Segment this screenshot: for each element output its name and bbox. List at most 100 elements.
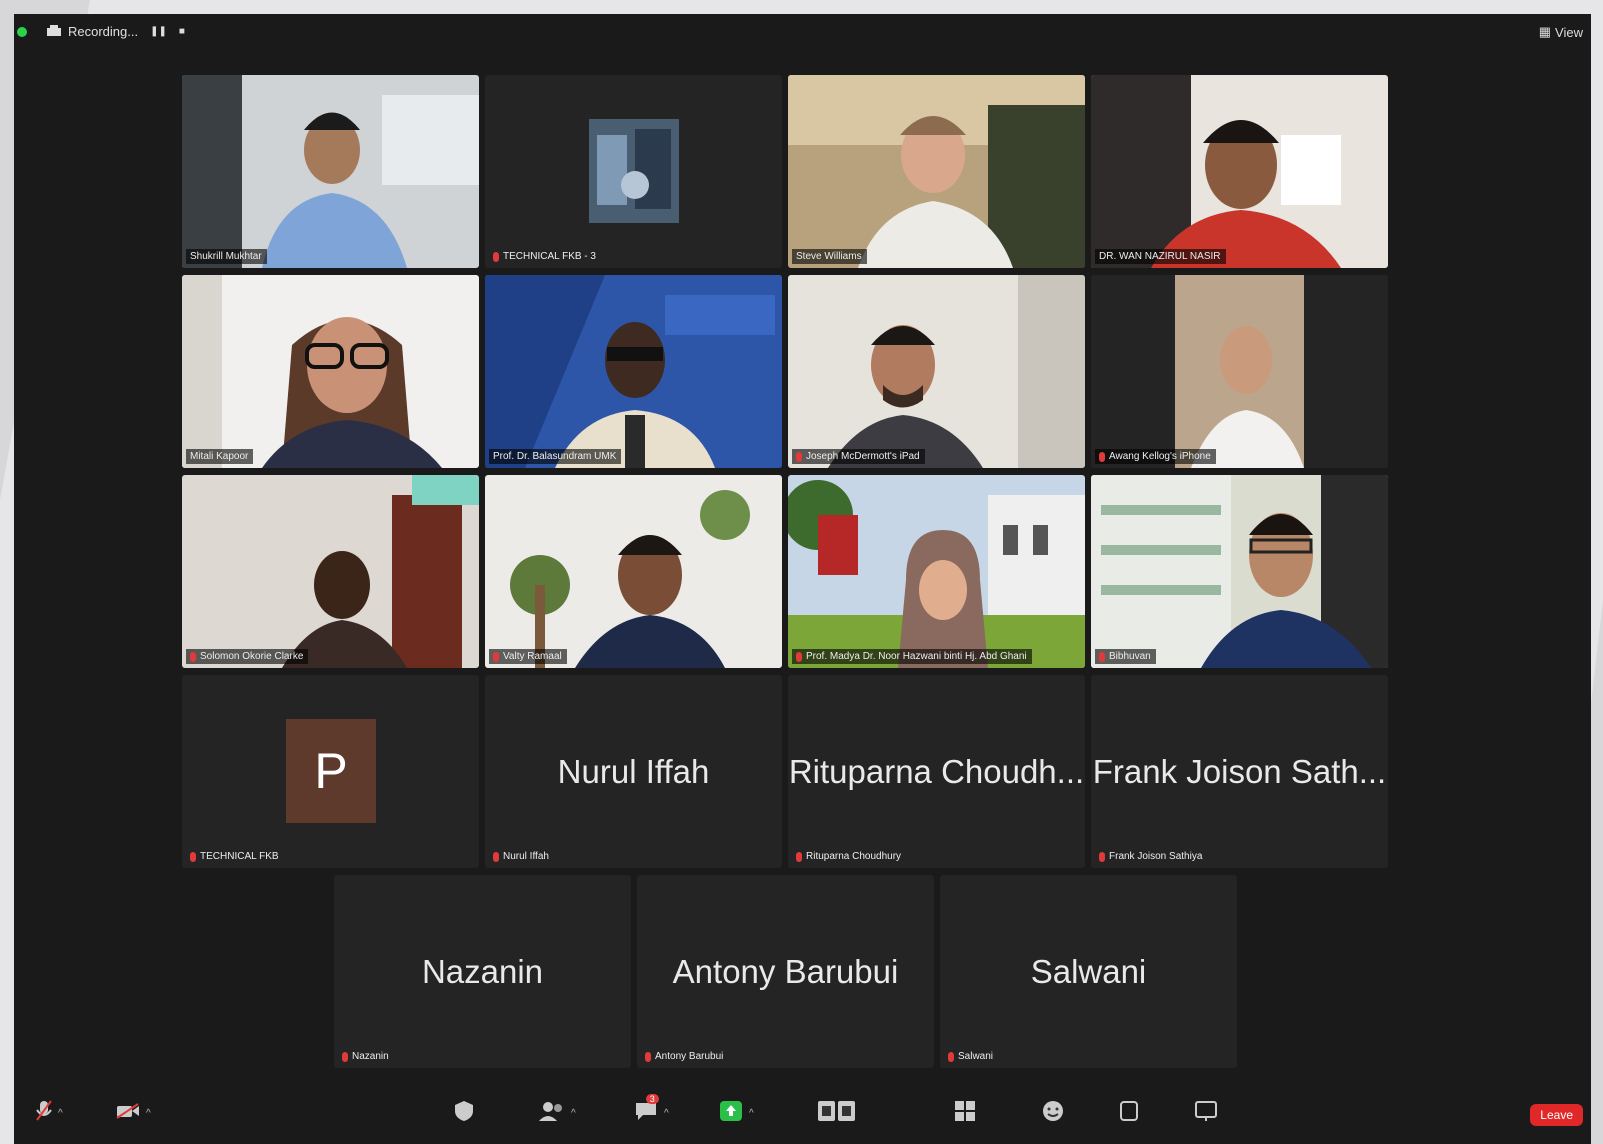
participant-name: Shukrill Mukhtar (190, 251, 262, 262)
meeting-window: Recording... ❚❚ ■ ▦ View Shukrill Mukhta… (14, 14, 1591, 1144)
participant-name-label: TECHNICAL FKB (186, 849, 284, 864)
unmute-button[interactable]: ^ (36, 1098, 63, 1128)
top-bar: Recording... ❚❚ ■ ▦ View (14, 14, 1591, 54)
participant-name: TECHNICAL FKB (200, 851, 279, 862)
participant-tile[interactable]: Shukrill Mukhtar (182, 75, 479, 268)
participant-tile[interactable]: Nurul Iffah Nurul Iffah (485, 675, 782, 868)
participant-display-name: Salwani (1030, 952, 1147, 990)
share-caret-icon[interactable]: ^ (749, 1108, 754, 1119)
participant-name: Solomon Okorie Clarke (200, 651, 304, 662)
participant-name: Prof. Dr. Balasundram UMK (493, 451, 617, 462)
whiteboards-button[interactable] (1194, 1098, 1218, 1128)
muted-mic-icon (796, 651, 802, 662)
participant-name-label: Nurul Iffah (489, 849, 554, 864)
chat-caret-icon[interactable]: ^ (664, 1108, 669, 1119)
participant-tile[interactable]: TECHNICAL FKB - 3 (485, 75, 782, 268)
reactions-button[interactable] (1042, 1098, 1064, 1128)
participant-tile[interactable]: Antony Barubui Antony Barubui (637, 875, 934, 1068)
participant-video (1091, 475, 1388, 668)
participant-display-name: Antony Barubui (672, 952, 899, 990)
participants-icon (539, 1101, 565, 1126)
start-video-button[interactable]: ^ (116, 1098, 151, 1128)
security-button[interactable] (454, 1098, 474, 1128)
participant-name-label: Prof. Dr. Balasundram UMK (489, 449, 622, 464)
participant-tile-active-speaker[interactable]: Prof. Dr. Balasundram UMK (485, 275, 782, 468)
participant-tile[interactable]: Rituparna Choudh... Rituparna Choudhury (788, 675, 1085, 868)
participant-tile[interactable]: DR. WAN NAZIRUL NASIR (1091, 75, 1388, 268)
participant-name-label: Steve Williams (792, 249, 867, 264)
participant-name: Antony Barubui (655, 1051, 724, 1062)
view-button[interactable]: ▦ View (1539, 24, 1583, 40)
participants-button[interactable]: ^ (539, 1098, 576, 1128)
participant-video (485, 475, 782, 668)
participant-name: Frank Joison Sathiya (1109, 851, 1203, 862)
participant-profile-picture (485, 75, 782, 268)
participant-video (1091, 75, 1388, 268)
participant-name-label: Salwani (944, 1049, 998, 1064)
muted-microphone-icon (36, 1099, 52, 1127)
muted-mic-icon (493, 851, 499, 862)
recording-label: Recording... (68, 24, 139, 39)
participant-name-label: Solomon Okorie Clarke (186, 649, 309, 664)
participant-name-label: Frank Joison Sathiya (1095, 849, 1207, 864)
audio-options-caret-icon[interactable]: ^ (58, 1108, 63, 1119)
leave-button[interactable]: Leave (1530, 1104, 1583, 1126)
muted-mic-icon (493, 251, 499, 262)
encryption-status-icon[interactable] (17, 27, 27, 37)
muted-mic-icon (342, 1051, 348, 1062)
participant-tile[interactable]: Awang Kellog's iPhone (1091, 275, 1388, 468)
participant-name: Valty Ramaal (503, 651, 562, 662)
participant-name: Steve Williams (796, 251, 862, 262)
share-screen-icon (719, 1100, 743, 1127)
participant-name: Bibhuvan (1109, 651, 1151, 662)
pause-recording-icon[interactable]: ❚❚ (150, 26, 167, 37)
participant-name: DR. WAN NAZIRUL NASIR (1099, 251, 1221, 262)
participant-name: Mitali Kapoor (190, 451, 249, 462)
participant-name-label: Bibhuvan (1095, 649, 1156, 664)
participants-caret-icon[interactable]: ^ (571, 1108, 576, 1119)
video-options-caret-icon[interactable]: ^ (146, 1108, 151, 1119)
participant-tile[interactable]: Prof. Madya Dr. Noor Hazwani binti Hj. A… (788, 475, 1085, 668)
chat-button[interactable]: 3 ^ (634, 1094, 669, 1128)
muted-mic-icon (1099, 451, 1105, 462)
video-off-icon (116, 1102, 140, 1124)
reactions-icon (1042, 1100, 1064, 1127)
polls-icon (817, 1100, 857, 1127)
participant-name-label: Shukrill Mukhtar (186, 249, 267, 264)
participant-name: Rituparna Choudhury (806, 851, 902, 862)
share-screen-button[interactable]: ^ (719, 1098, 754, 1128)
muted-mic-icon (190, 851, 196, 862)
participant-tile[interactable]: Joseph McDermott's iPad (788, 275, 1085, 468)
chat-icon (634, 1101, 658, 1126)
participant-name-label: TECHNICAL FKB - 3 (489, 249, 601, 264)
muted-mic-icon (796, 851, 802, 862)
muted-mic-icon (645, 1051, 651, 1062)
participant-name: Nurul Iffah (503, 851, 549, 862)
participant-name: TECHNICAL FKB - 3 (503, 251, 596, 262)
view-label: View (1555, 24, 1583, 40)
participant-tile[interactable]: P TECHNICAL FKB (182, 675, 479, 868)
participant-tile[interactable]: Mitali Kapoor (182, 275, 479, 468)
participant-name-label: Joseph McDermott's iPad (792, 449, 925, 464)
participant-display-name: Frank Joison Sath... (1092, 752, 1387, 790)
participant-tile[interactable]: Salwani Salwani (940, 875, 1237, 1068)
stop-recording-icon[interactable]: ■ (179, 26, 185, 37)
recording-icon (46, 24, 62, 39)
shield-icon (454, 1100, 474, 1127)
participant-name-label: Awang Kellog's iPhone (1095, 449, 1216, 464)
breakout-rooms-button[interactable] (954, 1098, 976, 1128)
participant-tile[interactable]: Solomon Okorie Clarke (182, 475, 479, 668)
muted-mic-icon (190, 651, 196, 662)
participant-video (182, 75, 479, 268)
participant-tile[interactable]: Frank Joison Sath... Frank Joison Sathiy… (1091, 675, 1388, 868)
participant-tile[interactable]: Valty Ramaal (485, 475, 782, 668)
participant-tile[interactable]: Bibhuvan (1091, 475, 1388, 668)
participant-tile[interactable]: Nazanin Nazanin (334, 875, 631, 1068)
participant-name-label: Nazanin (338, 1049, 394, 1064)
polls-button[interactable] (817, 1098, 857, 1128)
apps-icon (1119, 1100, 1139, 1127)
apps-button[interactable] (1119, 1098, 1139, 1128)
participant-name: Salwani (958, 1051, 994, 1062)
participant-tile[interactable]: Steve Williams (788, 75, 1085, 268)
participant-name-label: Prof. Madya Dr. Noor Hazwani binti Hj. A… (792, 649, 1032, 664)
